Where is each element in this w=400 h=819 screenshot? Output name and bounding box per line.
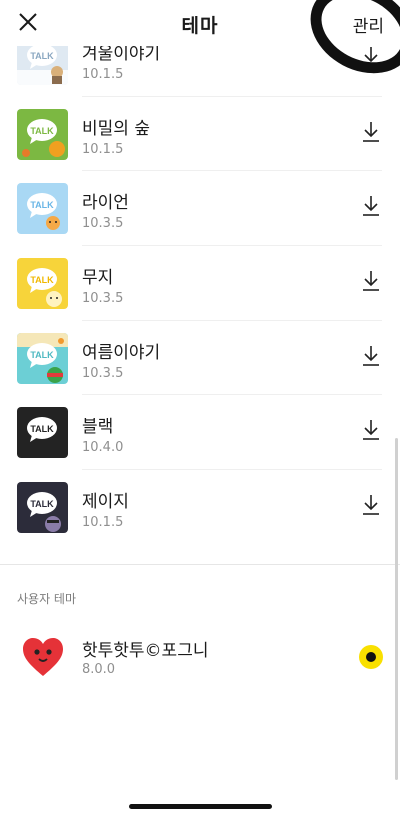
theme-list: TALK 겨울이야기 10.1.5 TALK 비밀의 숲 10.1.5 TALK 라이언 10.…	[0, 22, 400, 545]
download-icon	[363, 345, 379, 366]
user-theme-section-label: 사용자 테마	[17, 592, 77, 606]
theme-thumbnail: TALK	[17, 108, 68, 160]
svg-text:TALK: TALK	[30, 424, 54, 434]
page-title: 테마	[181, 15, 219, 37]
download-icon	[363, 420, 379, 441]
download-button[interactable]	[360, 492, 382, 518]
theme-name: 비밀의 숲	[82, 118, 150, 139]
theme-thumbnail: TALK	[17, 183, 68, 235]
download-button[interactable]	[360, 193, 382, 219]
theme-name: 블랙	[82, 417, 114, 438]
svg-text:TALK: TALK	[30, 350, 54, 360]
theme-name: 무지	[82, 268, 114, 289]
download-icon	[363, 271, 379, 291]
download-icon	[363, 47, 379, 67]
theme-row[interactable]: TALK 블랙 10.4.0	[0, 395, 400, 471]
download-icon	[363, 196, 379, 217]
header-bar: 테마 관리	[0, 0, 400, 46]
manage-button[interactable]: 관리	[353, 12, 384, 37]
home-indicator	[129, 804, 272, 809]
download-button[interactable]	[360, 343, 382, 369]
theme-version: 10.1.5	[82, 141, 124, 157]
selected-radio-button[interactable]	[359, 645, 383, 669]
section-divider	[0, 564, 400, 565]
heart-icon	[23, 638, 63, 676]
user-theme-version: 8.0.0	[82, 662, 116, 677]
theme-row[interactable]: TALK 제이지 10.1.5	[0, 470, 400, 545]
theme-version: 10.1.5	[82, 67, 124, 82]
user-theme-name: 핫투핫투©포그니	[82, 641, 209, 661]
svg-text:TALK: TALK	[30, 200, 54, 210]
svg-text:TALK: TALK	[30, 126, 54, 136]
theme-name: 라이언	[82, 193, 129, 214]
theme-thumbnail: TALK	[17, 258, 68, 310]
theme-row[interactable]: TALK 비밀의 숲 10.1.5	[0, 97, 400, 172]
svg-text:TALK: TALK	[30, 51, 54, 61]
theme-thumbnail: TALK	[17, 482, 68, 534]
theme-row[interactable]: TALK 여름이야기 10.3.5	[0, 321, 400, 396]
svg-text:TALK: TALK	[30, 499, 54, 509]
theme-row[interactable]: TALK 라이언 10.3.5	[0, 171, 400, 247]
theme-version: 10.3.5	[82, 365, 124, 381]
theme-name: 여름이야기	[82, 342, 161, 363]
download-button[interactable]	[360, 119, 382, 145]
theme-version: 10.3.5	[82, 216, 124, 232]
theme-version: 10.1.5	[82, 515, 124, 531]
theme-name: 제이지	[82, 492, 129, 513]
download-button[interactable]	[360, 44, 382, 70]
download-button[interactable]	[360, 268, 382, 294]
download-icon	[363, 495, 379, 515]
theme-version: 10.3.5	[82, 291, 124, 307]
theme-thumbnail: TALK	[17, 332, 68, 384]
svg-text:TALK: TALK	[30, 275, 54, 285]
download-button[interactable]	[360, 417, 382, 443]
user-theme-row[interactable]: 핫투핫투©포그니 8.0.0	[0, 622, 400, 692]
scrollbar[interactable]	[395, 438, 398, 780]
theme-version: 10.4.0	[82, 440, 124, 456]
theme-thumbnail: TALK	[17, 407, 68, 459]
radio-dot	[366, 652, 376, 662]
theme-row[interactable]: TALK 무지 10.3.5	[0, 246, 400, 321]
download-icon	[363, 121, 379, 142]
